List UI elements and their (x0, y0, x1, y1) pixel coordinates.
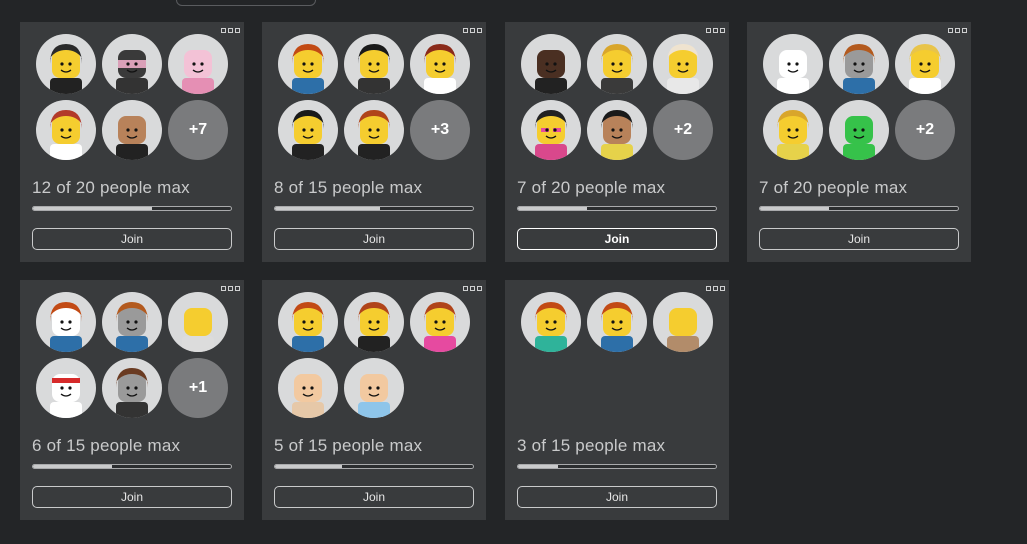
more-options-icon[interactable] (221, 286, 240, 291)
player-avatar[interactable] (102, 358, 162, 418)
player-avatars (278, 292, 472, 418)
join-button[interactable]: Join (32, 228, 232, 250)
player-count-label: 3 of 15 people max (517, 436, 666, 455)
player-avatar[interactable] (278, 292, 338, 352)
more-players-badge: +2 (653, 100, 713, 160)
top-input-stub[interactable] (176, 0, 316, 6)
capacity-bar (32, 464, 232, 469)
more-players-badge: +3 (410, 100, 470, 160)
capacity-fill (518, 207, 588, 210)
server-card: 3 of 15 people max Join (505, 280, 729, 520)
more-options-icon[interactable] (463, 286, 482, 291)
player-avatar[interactable] (36, 292, 96, 352)
capacity-bar (274, 464, 474, 469)
capacity-fill (518, 465, 558, 468)
capacity-bar (517, 464, 717, 469)
player-avatar[interactable] (763, 100, 823, 160)
player-avatar[interactable] (829, 34, 889, 94)
server-card: +7 12 of 20 people max Join (20, 22, 244, 262)
player-avatar[interactable] (344, 34, 404, 94)
player-avatars: +3 (278, 34, 472, 160)
player-avatars: +1 (36, 292, 230, 418)
capacity-fill (275, 207, 380, 210)
join-button[interactable]: Join (274, 228, 474, 250)
more-options-icon[interactable] (706, 286, 725, 291)
server-card: +1 6 of 15 people max Join (20, 280, 244, 520)
player-avatar[interactable] (278, 358, 338, 418)
capacity-fill (275, 465, 343, 468)
player-avatar[interactable] (587, 34, 647, 94)
player-avatar[interactable] (278, 34, 338, 94)
player-avatar[interactable] (587, 100, 647, 160)
player-avatar[interactable] (344, 100, 404, 160)
player-avatars: +2 (521, 34, 715, 160)
player-avatar[interactable] (763, 34, 823, 94)
capacity-bar (32, 206, 232, 211)
join-button[interactable]: Join (517, 228, 717, 250)
server-card: +3 8 of 15 people max Join (262, 22, 486, 262)
player-avatar[interactable] (521, 100, 581, 160)
player-avatar[interactable] (102, 292, 162, 352)
player-avatar[interactable] (278, 100, 338, 160)
player-count-label: 7 of 20 people max (759, 178, 908, 197)
player-avatar[interactable] (653, 292, 713, 352)
player-avatar[interactable] (102, 100, 162, 160)
capacity-fill (33, 207, 152, 210)
player-count-label: 7 of 20 people max (517, 178, 666, 197)
player-avatar[interactable] (521, 34, 581, 94)
more-players-badge: +1 (168, 358, 228, 418)
join-button[interactable]: Join (274, 486, 474, 508)
player-avatar[interactable] (653, 34, 713, 94)
more-players-badge: +7 (168, 100, 228, 160)
join-button[interactable]: Join (32, 486, 232, 508)
capacity-fill (33, 465, 113, 468)
capacity-bar (517, 206, 717, 211)
player-count-label: 5 of 15 people max (274, 436, 423, 455)
more-options-icon[interactable] (706, 28, 725, 33)
server-card: +2 7 of 20 people max Join (747, 22, 971, 262)
player-avatar[interactable] (344, 292, 404, 352)
player-avatar[interactable] (410, 292, 470, 352)
player-count-label: 6 of 15 people max (32, 436, 181, 455)
player-avatar[interactable] (344, 358, 404, 418)
capacity-fill (760, 207, 830, 210)
player-avatar[interactable] (587, 292, 647, 352)
player-avatar[interactable] (895, 34, 955, 94)
more-options-icon[interactable] (948, 28, 967, 33)
player-avatar[interactable] (102, 34, 162, 94)
join-button[interactable]: Join (517, 486, 717, 508)
player-avatar[interactable] (410, 34, 470, 94)
player-avatars: +7 (36, 34, 230, 160)
more-options-icon[interactable] (221, 28, 240, 33)
player-avatar[interactable] (36, 34, 96, 94)
more-players-badge: +2 (895, 100, 955, 160)
player-avatars (521, 292, 715, 418)
join-button[interactable]: Join (759, 228, 959, 250)
capacity-bar (759, 206, 959, 211)
player-avatar[interactable] (36, 100, 96, 160)
player-avatar[interactable] (521, 292, 581, 352)
player-avatars: +2 (763, 34, 957, 160)
player-count-label: 8 of 15 people max (274, 178, 423, 197)
capacity-bar (274, 206, 474, 211)
player-count-label: 12 of 20 people max (32, 178, 190, 197)
server-card: +2 7 of 20 people max Join (505, 22, 729, 262)
more-options-icon[interactable] (463, 28, 482, 33)
player-avatar[interactable] (36, 358, 96, 418)
player-avatar[interactable] (168, 292, 228, 352)
player-avatar[interactable] (829, 100, 889, 160)
player-avatar[interactable] (168, 34, 228, 94)
server-card: 5 of 15 people max Join (262, 280, 486, 520)
server-list: +7 12 of 20 people max Join +3 8 of 15 peop… (20, 22, 1000, 522)
